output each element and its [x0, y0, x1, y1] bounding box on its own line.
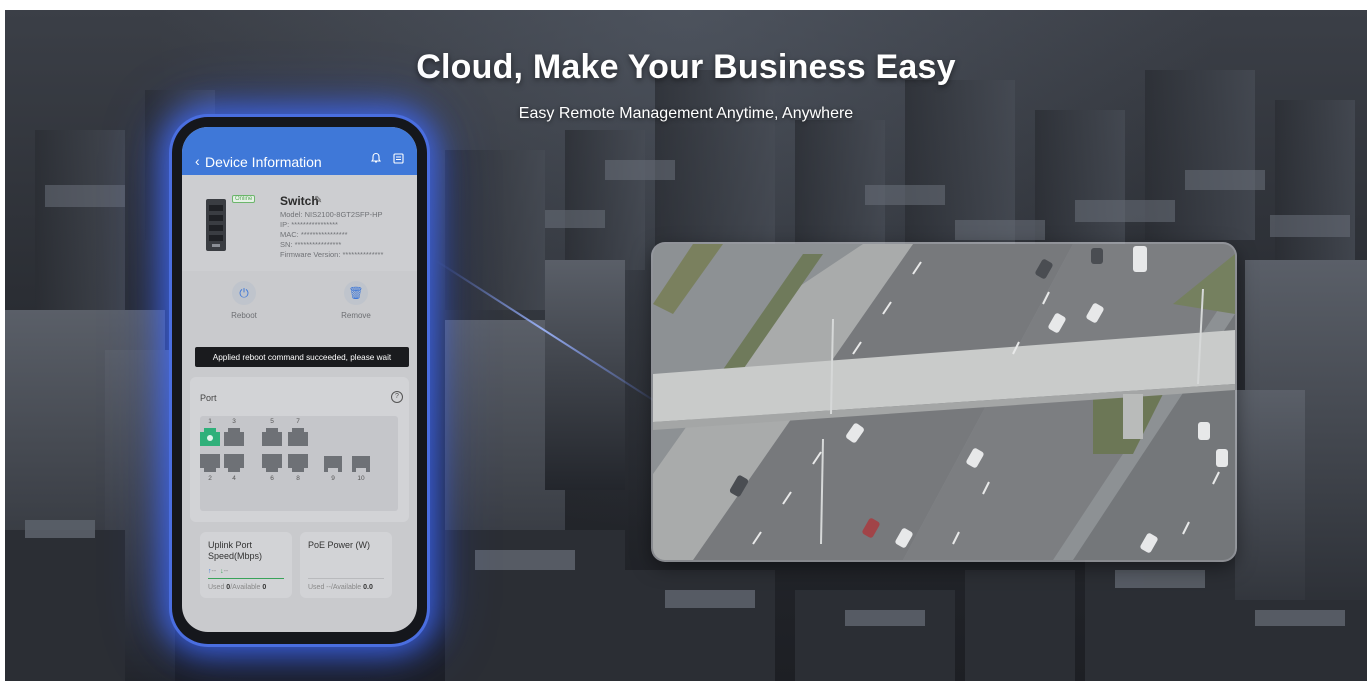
remove-label: Remove [341, 311, 371, 320]
highway-aerial-image [653, 244, 1235, 560]
port-4[interactable] [224, 454, 244, 472]
uplink-bar [208, 578, 284, 579]
reboot-label: Reboot [231, 311, 257, 320]
uplink-down-value: -- [223, 568, 229, 575]
uplink-up-value: -- [211, 568, 217, 575]
phone-mockup: ‹ Device Information Online Switch ✎ Mod… [172, 117, 427, 644]
port-label-3: 3 [232, 418, 236, 425]
poe-used-label: Used --/Available [308, 584, 364, 591]
document-icon[interactable] [393, 153, 404, 164]
uplink-available-value: 0 [262, 584, 267, 591]
uplink-title: Uplink Port Speed(Mbps) [208, 540, 263, 561]
hero-title: Cloud, Make Your Business Easy [416, 48, 956, 86]
reboot-button[interactable]: ⏻ Reboot [214, 281, 274, 320]
uplink-speed-card: Uplink Port Speed(Mbps) ↑-- ↓-- Used 0/A… [200, 532, 292, 598]
device-model: Model: NIS2100-8GT2SFP-HP [280, 210, 383, 219]
port-label-7: 7 [296, 418, 300, 425]
port-label-1: 1 [208, 418, 212, 425]
poe-available-value: 0.0 [363, 584, 373, 591]
power-icon: ⏻ [232, 281, 256, 305]
remove-button[interactable]: 🗑︎ Remove [326, 281, 386, 320]
port-10[interactable] [352, 456, 370, 472]
port-3[interactable] [224, 428, 244, 446]
device-ip: IP: **************** [280, 220, 338, 229]
uplink-used-label: Used [208, 584, 227, 591]
port-label-2: 2 [208, 475, 212, 482]
highway-camera-view [653, 244, 1235, 560]
uplink-usage: Used 0/Available 0 [208, 584, 266, 591]
port-1[interactable] [200, 428, 220, 446]
trash-icon: 🗑︎ [344, 281, 368, 305]
poe-title: PoE Power (W) [308, 540, 371, 550]
header-title: Device Information [205, 154, 322, 170]
device-sn: SN: **************** [280, 240, 342, 249]
port-label-10: 10 [357, 475, 365, 482]
app-header: ‹ Device Information [182, 127, 417, 175]
device-mac: MAC: **************** [280, 230, 348, 239]
port-title: Port [200, 393, 217, 403]
toast-message: Applied reboot command succeeded, please… [195, 347, 409, 367]
port-5[interactable] [262, 428, 282, 446]
edit-icon[interactable]: ✎ [314, 195, 322, 206]
port-label-8: 8 [296, 475, 300, 482]
port-9[interactable] [324, 456, 342, 472]
poe-power-card: PoE Power (W) Used --/Available 0.0 [300, 532, 392, 598]
phone-screen: ‹ Device Information Online Switch ✎ Mod… [182, 127, 417, 632]
chevron-left-icon[interactable]: ‹ [195, 153, 200, 169]
poe-bar [308, 578, 384, 579]
switch-device-image [206, 199, 226, 251]
status-badge: Online [232, 195, 256, 203]
poe-usage: Used --/Available 0.0 [308, 584, 373, 591]
port-2[interactable] [200, 454, 220, 472]
port-label-6: 6 [270, 475, 274, 482]
device-firmware: Firmware Version: ************** [280, 250, 384, 259]
port-7[interactable] [288, 428, 308, 446]
port-label-4: 4 [232, 475, 236, 482]
device-name: Switch [280, 194, 319, 208]
uplink-available-label: /Available [230, 584, 263, 591]
uplink-rates: ↑-- ↓-- [208, 568, 228, 575]
device-summary-card: Online Switch ✎ Model: NIS2100-8GT2SFP-H… [182, 175, 417, 271]
bell-icon[interactable] [370, 152, 382, 164]
port-6[interactable] [262, 454, 282, 472]
help-icon[interactable]: ? [391, 391, 403, 403]
device-actions: ⏻ Reboot 🗑︎ Remove [182, 281, 417, 345]
port-8[interactable] [288, 454, 308, 472]
port-label-9: 9 [331, 475, 335, 482]
port-label-5: 5 [270, 418, 274, 425]
port-diagram: 1 3 5 7 2 4 6 8 9 10 [200, 416, 398, 511]
